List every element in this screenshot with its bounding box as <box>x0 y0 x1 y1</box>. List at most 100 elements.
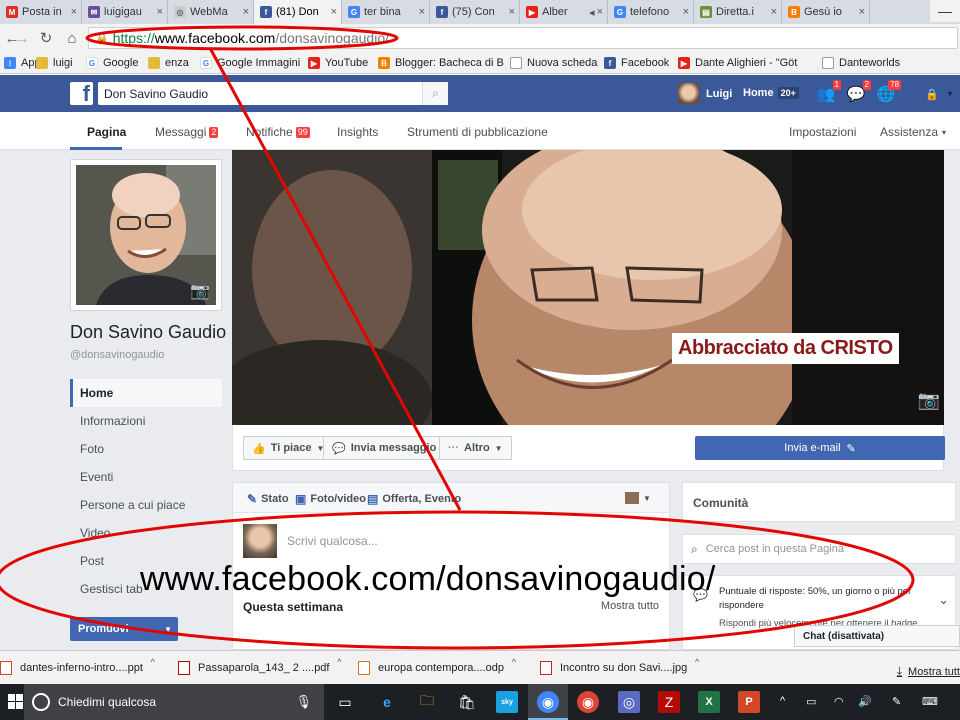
tab-settings[interactable]: Impostazioni <box>789 125 856 139</box>
home-link[interactable]: Home 20+ <box>743 87 799 99</box>
home-icon[interactable]: ⌂ <box>62 28 82 48</box>
keyboard-icon[interactable]: ⌨ <box>922 695 938 708</box>
windows-start-icon[interactable] <box>8 694 24 710</box>
camera-icon[interactable]: 📷 <box>190 281 210 301</box>
tab-publishing-tools[interactable]: Strumenti di pubblicazione <box>407 125 548 139</box>
browser-tab[interactable]: M Posta in × <box>0 0 82 24</box>
close-icon[interactable]: × <box>71 6 77 18</box>
cover-photo[interactable]: Abbracciato da CRISTO 📷 <box>232 150 944 425</box>
edge-icon[interactable]: e <box>376 691 398 713</box>
facebook-logo-icon[interactable]: f <box>70 82 93 105</box>
chevron-up-icon[interactable]: ^ <box>337 657 341 667</box>
composer-input[interactable]: Scrivi qualcosa... <box>287 534 378 548</box>
browser-tab[interactable]: ✉ luigigau × <box>82 0 168 24</box>
bookmark-item[interactable]: ▶ YouTube <box>308 54 368 72</box>
battery-icon[interactable]: ▭ <box>806 695 816 708</box>
send-message-button[interactable]: 💬 Invia messaggio ▼ <box>323 436 459 460</box>
download-item[interactable]: europa contempora....odp ^ <box>358 657 516 679</box>
chrome-icon[interactable]: ◉ <box>577 691 599 713</box>
pen-icon[interactable]: ✎ <box>892 695 901 708</box>
profile-picture[interactable]: 📷 <box>70 159 222 311</box>
page-post-search-input[interactable]: ⌕ Cerca post in questa Pagina <box>682 534 956 564</box>
bookmark-item[interactable]: G Google <box>86 54 138 72</box>
download-item[interactable]: Passaparola_143_ 2 ....pdf ^ <box>178 657 341 679</box>
chat-bar[interactable]: Chat (disattivata) <box>794 625 960 647</box>
close-icon[interactable]: × <box>597 6 603 18</box>
close-icon[interactable]: × <box>683 6 689 18</box>
bookmark-item[interactable]: Nuova scheda <box>510 54 597 72</box>
friend-requests-icon[interactable]: 👥 1 <box>816 80 841 103</box>
microphone-icon[interactable]: 🎙 <box>295 694 312 710</box>
chevron-up-icon[interactable]: ^ <box>512 657 516 667</box>
app-icon[interactable]: ◎ <box>618 691 640 713</box>
bookmark-item[interactable]: enza <box>148 54 189 72</box>
composer-tab-status[interactable]: ✎ Stato <box>247 492 289 506</box>
side-nav-item[interactable]: Persone a cui piace <box>70 491 222 519</box>
bookmark-item[interactable]: Danteworlds <box>822 54 900 72</box>
search-icon[interactable]: ⌕ <box>422 82 448 105</box>
speaker-icon[interactable]: ◂ <box>589 6 595 19</box>
minimize-button[interactable]: — <box>930 0 960 22</box>
browser-tab[interactable]: f (75) Con × <box>430 0 520 24</box>
wifi-icon[interactable]: ◠ <box>834 695 844 708</box>
composer-identity-selector[interactable]: ▼ <box>625 492 651 504</box>
bookmark-item[interactable]: B Blogger: Bacheca di B <box>378 54 504 72</box>
more-button[interactable]: ··· Altro ▼ <box>439 436 512 460</box>
chevron-down-icon[interactable]: ⌄ <box>938 592 949 608</box>
task-view-icon[interactable]: ▭ <box>334 691 356 713</box>
bookmark-item[interactable]: luigi <box>36 54 73 72</box>
bookmark-item[interactable]: G Google Immagini <box>200 54 300 72</box>
bookmark-item[interactable]: f Facebook <box>604 54 669 72</box>
camera-icon[interactable]: 📷 <box>918 390 940 411</box>
download-item[interactable]: dantes-inferno-intro....ppt ^ <box>0 657 155 679</box>
close-icon[interactable]: × <box>771 6 777 18</box>
globe-icon[interactable]: 🌐 78 <box>876 80 901 103</box>
chevron-down-icon[interactable]: ▾ <box>940 85 960 103</box>
excel-icon[interactable]: X <box>698 691 720 713</box>
side-nav-item[interactable]: Foto <box>70 435 222 463</box>
tab-pagina[interactable]: Pagina <box>87 125 126 139</box>
close-icon[interactable]: × <box>859 6 865 18</box>
file-explorer-icon[interactable]: 🗀 <box>416 691 438 713</box>
browser-tab[interactable]: B Gesù io × <box>782 0 870 24</box>
chrome-icon[interactable]: ◉ <box>537 691 559 713</box>
promote-button[interactable]: Promuovi ▼ <box>70 617 178 641</box>
browser-tab[interactable]: ▶ Alber ◂ × <box>520 0 608 24</box>
lock-icon[interactable]: 🔒 <box>922 85 942 103</box>
tab-help[interactable]: Assistenza ▾ <box>880 125 946 139</box>
profile-link[interactable]: Luigi <box>678 83 732 104</box>
address-bar[interactable]: 🔒 https:// www.facebook.com /donsavinoga… <box>88 27 958 49</box>
show-all-link[interactable]: Mostra tutto <box>601 600 659 612</box>
close-icon[interactable]: × <box>509 6 515 18</box>
chevron-up-icon[interactable]: ^ <box>780 695 785 707</box>
chevron-up-icon[interactable]: ^ <box>151 657 155 667</box>
reload-icon[interactable]: ↻ <box>36 28 56 48</box>
community-heading[interactable]: Comunità <box>682 482 956 522</box>
like-button[interactable]: 👍 Ti piace ▼ <box>243 436 334 460</box>
browser-tab-active[interactable]: f (81) Don × <box>254 0 342 24</box>
browser-tab[interactable]: G telefono × <box>608 0 694 24</box>
side-nav-item[interactable]: Informazioni <box>70 407 222 435</box>
side-nav-item[interactable]: Video <box>70 519 222 547</box>
tab-messaggi[interactable]: Messaggi 2 <box>155 125 219 139</box>
powerpoint-icon[interactable]: P <box>738 691 760 713</box>
close-icon[interactable]: × <box>331 6 337 18</box>
browser-tab[interactable]: ◎ WebMa × <box>168 0 254 24</box>
cortana-search-input[interactable]: Chiedimi qualcosa 🎙 <box>24 684 324 720</box>
facebook-search-input[interactable]: Don Savino Gaudio ⌕ <box>98 82 448 105</box>
messages-icon[interactable]: 💬 2 <box>846 80 871 103</box>
browser-tab[interactable]: G ter bina × <box>342 0 430 24</box>
close-icon[interactable]: × <box>243 6 249 18</box>
chevron-up-icon[interactable]: ^ <box>695 657 699 667</box>
bookmark-item[interactable]: ▶ Dante Alighieri - "Göt <box>678 54 797 72</box>
show-all-downloads[interactable]: ⤓ Mostra tutt <box>897 664 960 679</box>
tab-insights[interactable]: Insights <box>337 125 378 139</box>
forward-icon[interactable]: → <box>12 28 32 48</box>
volume-icon[interactable]: 🔊 <box>858 695 872 708</box>
side-nav-item[interactable]: Eventi <box>70 463 222 491</box>
browser-tab[interactable]: ▤ Diretta.i × <box>694 0 782 24</box>
filezilla-icon[interactable]: Z <box>658 691 680 713</box>
sky-go-icon[interactable]: sky <box>496 691 518 713</box>
side-nav-item[interactable]: Home <box>70 379 222 407</box>
store-icon[interactable]: 🛍 <box>456 691 478 713</box>
